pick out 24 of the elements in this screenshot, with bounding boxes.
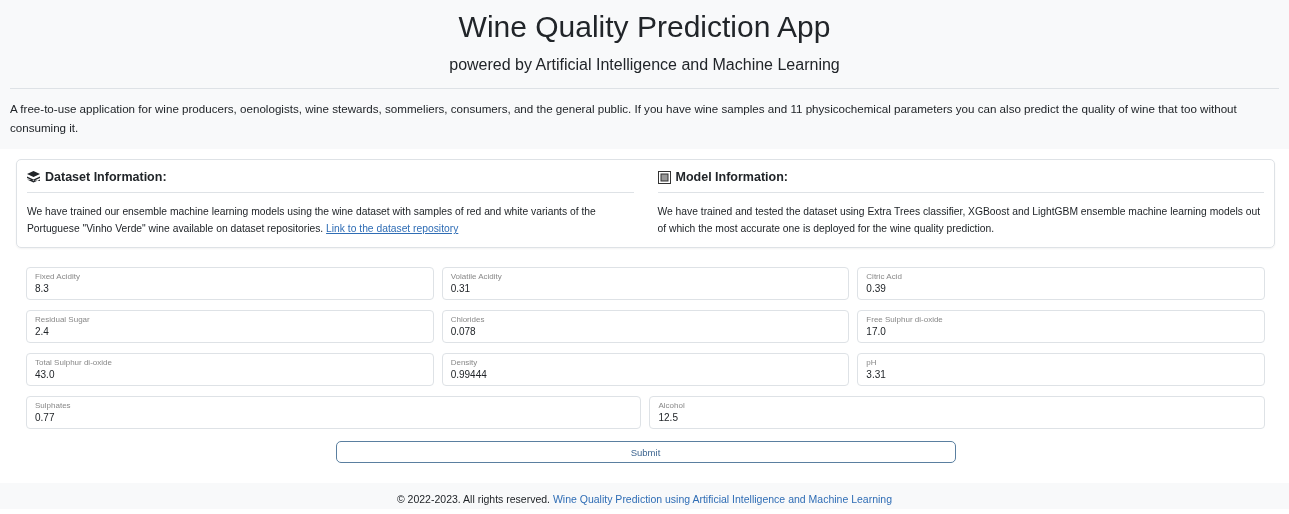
input-field[interactable]: Total Sulphur di-oxide 43.0	[26, 353, 434, 386]
app-title: Wine Quality Prediction App	[457, 10, 832, 44]
input-field[interactable]: Fixed Acidity 8.3	[26, 267, 434, 300]
input-field[interactable]: Alcohol 12.5	[649, 396, 1265, 429]
app-description: A free-to-use application for wine producers, oenologists, wine stewards, sommeliers, consumers, and the general public. If you have wine samples and 11 physicochemical parameters you can also predict the quality of wine that too without consuming it.	[10, 101, 1238, 136]
submit-button[interactable]: Submit	[335, 441, 956, 463]
input-field[interactable]: pH 3.31	[857, 353, 1265, 386]
dataset-link[interactable]: Link to the dataset repository	[326, 223, 459, 234]
footer-link[interactable]: Wine Quality Prediction using Artificial Intelligence and Machine Learning	[552, 493, 893, 505]
card-text: We have trained and tested the dataset using Extra Trees classifier, XGBoost and LightGBM ensemble machine learning models out of which the most accurate one is deployed for the wine quality prediction.	[657, 205, 1261, 236]
input-field[interactable]: Density 0.99444	[441, 353, 850, 386]
card-text: We have trained our ensemble machine learning models using the wine dataset with samples of red and white variants of the Portuguese "Vinho Verde" wine available on dataset repositories. Link to the dataset repository	[27, 205, 597, 236]
input-field[interactable]: Residual Sugar 2.4	[26, 310, 434, 343]
chip-icon	[657, 170, 671, 184]
input-field[interactable]: Citric Acid 0.39	[857, 267, 1265, 300]
input-field[interactable]: Volatile Acidity 0.31	[441, 267, 850, 300]
copyright-text: © 2022-2023. All rights reserved.	[396, 493, 550, 505]
input-field[interactable]: Free Sulphur di-oxide 17.0	[857, 310, 1265, 343]
input-field[interactable]: Chlorides 0.078	[441, 310, 850, 343]
card-title: Model Information:	[675, 170, 788, 184]
input-field[interactable]: Sulphates 0.77	[26, 396, 642, 429]
layers-icon	[27, 171, 40, 183]
app-subtitle: powered by Artificial Intelligence and Machine Learning	[448, 56, 841, 74]
card-title: Dataset Information:	[45, 170, 167, 184]
